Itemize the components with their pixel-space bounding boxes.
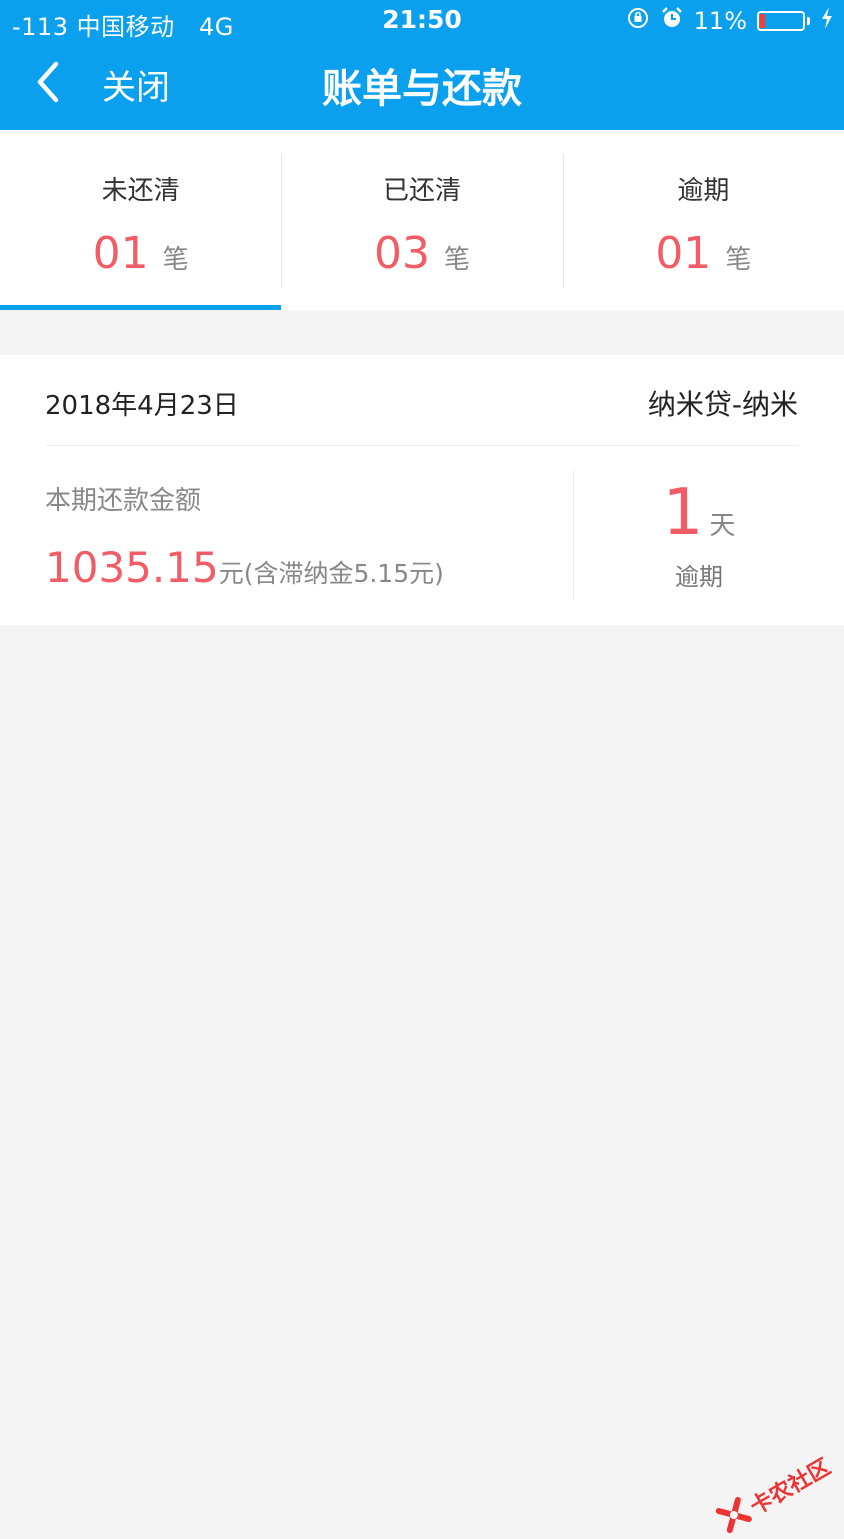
tab-label: 逾期 bbox=[563, 170, 844, 207]
battery-cap bbox=[807, 17, 810, 25]
battery-fill bbox=[760, 14, 765, 28]
tab-count-row: 01 笔 bbox=[563, 228, 844, 279]
tab-overdue[interactable]: 逾期 01 笔 bbox=[563, 130, 844, 310]
watermark: 卡农社区 bbox=[713, 1449, 836, 1539]
tab-label: 已还清 bbox=[281, 170, 562, 207]
amount-value: 1035.15 bbox=[45, 543, 219, 592]
tab-unpaid[interactable]: 未还清 01 笔 bbox=[0, 130, 281, 310]
tab-unit: 笔 bbox=[725, 239, 751, 276]
app-header: -113 中国移动 4G 21:50 11% 关闭 账单与还款 bbox=[0, 0, 844, 130]
bill-status-tabs: 未还清 01 笔 已还清 03 笔 逾期 01 笔 bbox=[0, 130, 844, 310]
divider bbox=[45, 445, 799, 446]
rotation-lock-icon bbox=[626, 6, 650, 36]
bill-card[interactable]: 2018年4月23日 纳米贷-纳米 本期还款金额 1035.15 元 (含滞纳金… bbox=[0, 355, 844, 625]
overdue-days: 1 bbox=[663, 475, 704, 551]
bill-date: 2018年4月23日 bbox=[45, 385, 239, 422]
overdue-unit: 天 bbox=[709, 505, 735, 542]
overdue-info: 1 天 逾期 bbox=[574, 475, 844, 592]
amount-label: 本期还款金额 bbox=[45, 480, 201, 517]
alarm-icon bbox=[660, 6, 684, 36]
nav-bar: 关闭 账单与还款 bbox=[0, 42, 844, 130]
bill-product-name: 纳米贷-纳米 bbox=[648, 383, 798, 423]
tab-count: 01 bbox=[93, 228, 149, 279]
tab-count: 01 bbox=[655, 228, 711, 279]
battery-percent: 11% bbox=[694, 7, 747, 35]
tab-unit: 笔 bbox=[444, 239, 470, 276]
amount-unit: 元 bbox=[219, 554, 244, 590]
watermark-text: 卡农社区 bbox=[743, 1449, 835, 1521]
charging-icon bbox=[820, 6, 834, 36]
battery-icon bbox=[757, 11, 805, 31]
page-title: 账单与还款 bbox=[0, 56, 844, 114]
active-tab-indicator bbox=[0, 305, 281, 310]
status-bar: -113 中国移动 4G 21:50 11% bbox=[0, 0, 844, 42]
late-fee-note: (含滞纳金5.15元) bbox=[244, 554, 444, 590]
amount-row: 1035.15 元 (含滞纳金5.15元) bbox=[45, 543, 444, 592]
tab-paid[interactable]: 已还清 03 笔 bbox=[281, 130, 562, 310]
overdue-label: 逾期 bbox=[554, 557, 844, 592]
overdue-days-row: 1 天 bbox=[554, 475, 844, 551]
tab-label: 未还清 bbox=[0, 170, 281, 207]
tab-count-row: 01 笔 bbox=[0, 228, 281, 279]
tab-unit: 笔 bbox=[163, 239, 189, 276]
status-indicators: 11% bbox=[626, 6, 834, 36]
tab-count: 03 bbox=[374, 228, 430, 279]
tab-count-row: 03 笔 bbox=[281, 228, 562, 279]
